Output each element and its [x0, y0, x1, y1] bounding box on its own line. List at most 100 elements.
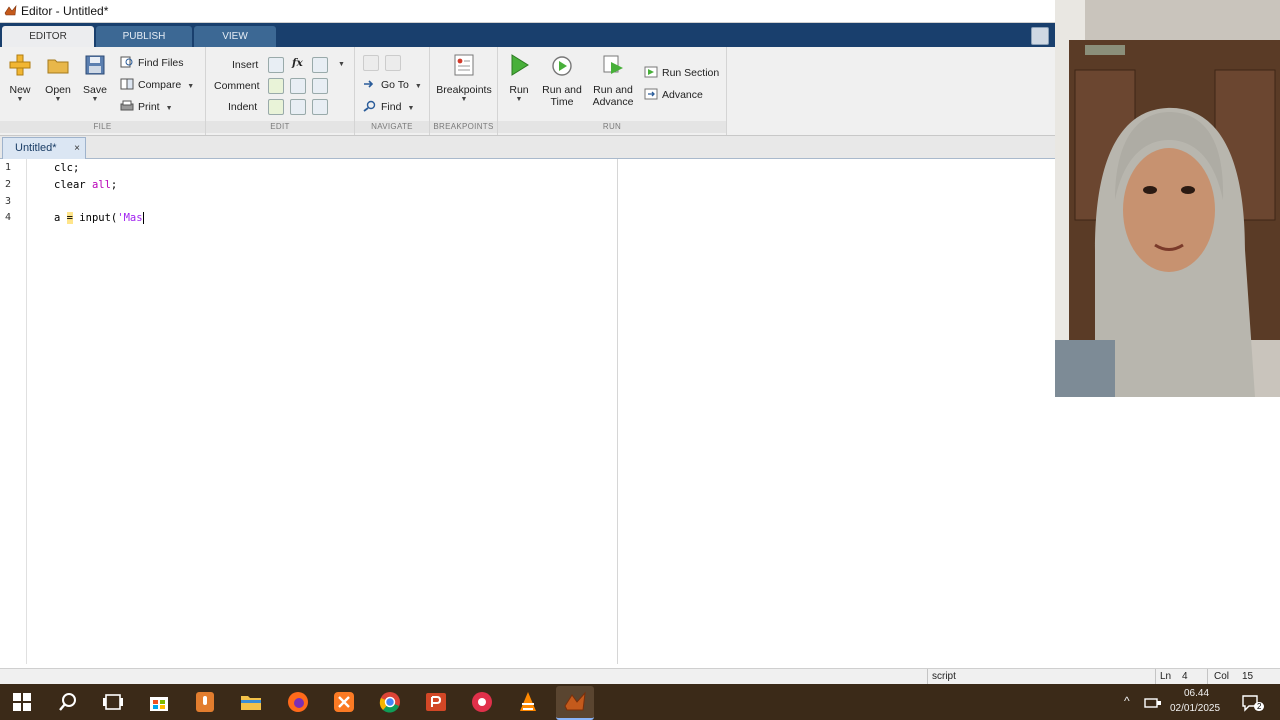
- line-label: Ln: [1160, 671, 1172, 682]
- chevron-down-icon: ▼: [460, 96, 468, 103]
- ribbon-tab-strip: EDITOR PUBLISH VIEW: [0, 23, 1055, 47]
- navigate-group-label: NAVIGATE: [355, 121, 429, 133]
- file-explorer-icon[interactable]: [239, 690, 263, 714]
- go-to-icon: [364, 80, 374, 88]
- webcam-overlay: [1055, 0, 1280, 397]
- run-and-time-icon: [552, 56, 572, 76]
- windows-start-icon[interactable]: [10, 690, 34, 714]
- save-button[interactable]: Save ▼: [80, 53, 110, 104]
- find-button[interactable]: Find ▼: [363, 98, 414, 116]
- uncomment-icon[interactable]: [290, 78, 306, 94]
- back-arrow-icon: [363, 55, 379, 71]
- run-and-time-label-1: Run and: [542, 84, 582, 96]
- column-label: Col: [1214, 671, 1230, 682]
- network-icon[interactable]: [1143, 693, 1163, 713]
- open-label: Open: [45, 84, 71, 96]
- fx-icon: fx: [292, 57, 303, 69]
- advance-button[interactable]: Advance: [644, 86, 703, 104]
- breakpoints-group: Breakpoints ▼ BREAKPOINTS: [430, 47, 498, 135]
- print-button[interactable]: Print ▼: [120, 98, 173, 116]
- window-title-bar: Editor - Untitled*: [0, 0, 1055, 23]
- advance-label: Advance: [662, 89, 703, 101]
- notification-count-badge: 2: [1254, 702, 1265, 711]
- chevron-down-icon: ▼: [54, 96, 62, 103]
- file-group: New ▼ Open ▼ Save ▼ Find Files Compare ▼: [0, 47, 206, 135]
- navigate-group: Go To ▼ Find ▼ NAVIGATE: [355, 47, 430, 135]
- code-line[interactable]: clear all;: [54, 179, 117, 191]
- screen-recorder-icon[interactable]: [470, 690, 494, 714]
- run-group-label: RUN: [498, 121, 726, 133]
- comment-percent-icon[interactable]: [268, 78, 284, 94]
- comment-label: Comment: [214, 80, 260, 92]
- insert-dropdown[interactable]: ▼: [338, 54, 345, 72]
- vlc-icon[interactable]: [516, 690, 540, 714]
- text-cursor: [142, 212, 144, 224]
- xampp-icon[interactable]: [332, 690, 356, 714]
- status-divider: [927, 669, 928, 685]
- wrap-comments-icon[interactable]: [312, 78, 328, 94]
- document-tab-label: Untitled*: [15, 142, 57, 154]
- insert-section-icon[interactable]: [268, 57, 284, 73]
- close-icon[interactable]: ×: [74, 138, 80, 159]
- clock-date[interactable]: 02/01/2025: [1170, 703, 1220, 714]
- magnifier-icon: [363, 101, 376, 112]
- run-and-advance-icon: [603, 55, 623, 74]
- go-to-button[interactable]: Go To ▼: [363, 76, 422, 94]
- clock-time[interactable]: 06.44: [1184, 688, 1209, 699]
- firefox-icon[interactable]: [286, 690, 310, 714]
- save-label: Save: [83, 84, 107, 96]
- decrease-indent-icon[interactable]: [312, 99, 328, 115]
- code-text: clc;: [54, 162, 80, 174]
- compare-icon: [120, 78, 134, 90]
- edit-group: Insert Comment Indent fx ▼ EDIT: [206, 47, 355, 135]
- store-icon[interactable]: [147, 690, 171, 714]
- chevron-down-icon: ▼: [165, 105, 173, 112]
- find-files-label: Find Files: [138, 57, 184, 69]
- code-line[interactable]: a = input('Mas: [54, 212, 144, 224]
- insert-function-button[interactable]: fx: [292, 54, 303, 72]
- increase-indent-icon[interactable]: [290, 99, 306, 115]
- breakpoints-button[interactable]: Breakpoints ▼: [434, 53, 494, 104]
- status-divider: [1207, 669, 1208, 685]
- code-text: ;: [110, 179, 118, 191]
- chevron-down-icon: ▼: [515, 96, 523, 103]
- indent-button[interactable]: Indent: [228, 98, 257, 116]
- print-label: Print: [138, 101, 160, 113]
- window-title: Editor - Untitled*: [21, 4, 109, 18]
- advance-icon: [644, 88, 658, 100]
- recorder-app-icon[interactable]: [193, 690, 217, 714]
- find-files-button[interactable]: Find Files: [120, 54, 184, 72]
- find-label: Find: [381, 101, 402, 113]
- comment-button[interactable]: Comment: [214, 77, 260, 95]
- code-text: a: [54, 212, 67, 224]
- code-line[interactable]: clc;: [54, 162, 79, 174]
- insert-button[interactable]: Insert: [232, 56, 258, 74]
- line-number: 3: [5, 196, 12, 207]
- string-text: 'Mas: [117, 212, 143, 224]
- document-tab-bar: Untitled* ×: [0, 136, 1055, 159]
- new-button[interactable]: New ▼: [5, 53, 35, 104]
- code-text: input(: [72, 212, 118, 224]
- tab-untitled[interactable]: Untitled* ×: [2, 137, 86, 159]
- task-view-icon[interactable]: [101, 690, 125, 714]
- tab-view[interactable]: VIEW: [194, 26, 276, 47]
- tab-publish[interactable]: PUBLISH: [96, 26, 192, 47]
- code-editor[interactable]: 1 2 3 4 clc; clear all; a = input('Mas: [0, 159, 1055, 664]
- column-number-status: 15: [1242, 671, 1254, 682]
- compare-button[interactable]: Compare ▼: [120, 76, 194, 94]
- search-icon[interactable]: [56, 690, 80, 714]
- tab-editor[interactable]: EDITOR: [2, 26, 94, 47]
- open-button[interactable]: Open ▼: [42, 53, 74, 104]
- restore-window-icon[interactable]: [1031, 27, 1049, 45]
- run-section-button[interactable]: Run Section: [644, 64, 719, 82]
- folder-icon: [47, 59, 69, 74]
- run-button[interactable]: Run ▼: [504, 53, 534, 104]
- run-and-time-button[interactable]: Run and Time: [540, 53, 584, 108]
- insert-cell-icon[interactable]: [312, 57, 328, 73]
- chrome-icon[interactable]: [378, 690, 402, 714]
- matlab-taskbar-button[interactable]: [556, 686, 594, 720]
- powerpoint-icon[interactable]: [424, 690, 448, 714]
- run-and-advance-button[interactable]: Run and Advance: [590, 53, 636, 108]
- smart-indent-icon[interactable]: [268, 99, 284, 115]
- chevron-up-icon[interactable]: ^: [1124, 694, 1130, 708]
